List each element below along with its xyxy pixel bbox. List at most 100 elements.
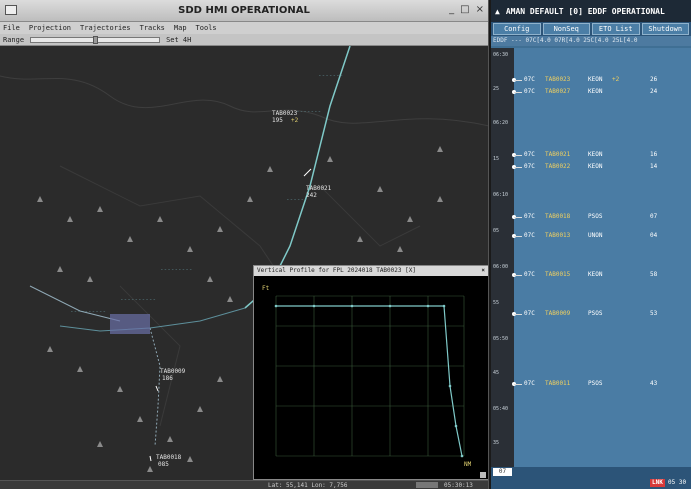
route-label: ---------- [120, 296, 157, 303]
aman-app-icon: ▲ [495, 6, 500, 16]
arrival-runway: 07C [524, 232, 535, 239]
arrival-eta: 14 [650, 163, 658, 170]
x-axis-unit: NM [464, 461, 472, 468]
arrival-runway: 07C [524, 76, 535, 83]
arrival-callsign[interactable]: TAB0009 [545, 310, 570, 317]
menu-file[interactable]: File [3, 24, 20, 32]
arrival-tick [514, 314, 522, 315]
hmi-window: SDD HMI OPERATIONAL _ □ × File Projectio… [0, 0, 489, 489]
arrival-row[interactable]: 07C TAB0011 PSOS 43 [512, 380, 691, 389]
aman-tabs: Config NonSeq ETO List Shutdown [491, 22, 691, 36]
arrival-row[interactable]: 07C TAB0022 KEON 14 [512, 163, 691, 172]
arrival-callsign[interactable]: TAB0015 [545, 271, 570, 278]
arrival-fix: KEON [588, 271, 603, 278]
arrival-row[interactable]: 07C TAB0018 PSOS 07 [512, 213, 691, 222]
tab-config[interactable]: Config [493, 23, 541, 35]
arrival-callsign[interactable]: TAB0027 [545, 88, 570, 95]
vertical-profile-close-button[interactable]: × [481, 266, 485, 276]
aircraft-label-level: 085 [158, 461, 169, 468]
hmi-menubar: File Projection Trajectories Tracks Map … [0, 22, 488, 34]
arrival-tick [514, 384, 522, 385]
arrival-eta: 43 [650, 380, 658, 387]
time-label: 06:20 [493, 120, 509, 126]
profile-point [350, 304, 354, 308]
range-slider-thumb[interactable] [93, 35, 99, 44]
time-label: 06:30 [493, 52, 509, 58]
range-slider[interactable] [30, 35, 161, 44]
hmi-clock: 05:30:13 [444, 482, 473, 489]
hmi-titlebar[interactable]: SDD HMI OPERATIONAL _ □ × [0, 0, 488, 22]
time-label: 35 [493, 440, 500, 446]
tab-shutdown[interactable]: Shutdown [641, 23, 689, 35]
time-label: 05 [493, 228, 500, 234]
arrival-row[interactable]: 07C TAB0023 KEON +2 26 [512, 76, 691, 85]
maximize-button[interactable]: □ [460, 4, 469, 15]
profile-point [448, 384, 452, 388]
arrival-eta: 24 [650, 88, 658, 95]
arrival-row[interactable]: 07C TAB0013 UNON 04 [512, 232, 691, 241]
arrival-fix: UNON [588, 232, 603, 239]
arrival-callsign[interactable]: TAB0021 [545, 151, 570, 158]
arrival-fix: KEON [588, 151, 603, 158]
arrival-callsign[interactable]: TAB0018 [545, 213, 570, 220]
arrival-callsign[interactable]: TAB0011 [545, 380, 570, 387]
arrival-runway: 07C [524, 163, 535, 170]
arrival-row[interactable]: 07C TAB0021 KEON 16 [512, 151, 691, 160]
time-label: 06:00 [493, 264, 509, 270]
time-scale: 06:30 25 06:20 15 06:10 05 06:00 55 05:5… [491, 48, 514, 467]
arrival-runway: 07C [524, 380, 535, 387]
aman-titlebar[interactable]: ▲ AMAN DEFAULT [0] EDDF OPERATIONAL [491, 0, 691, 22]
vertical-profile-window[interactable]: Vertical Profile for FPL 2024018 TAB0023… [253, 265, 488, 480]
aircraft-label-callsign[interactable]: TAB0009 [160, 368, 185, 375]
aircraft-label-callsign[interactable]: TAB0018 [156, 454, 181, 461]
arrival-tick [514, 217, 522, 218]
arrival-callsign[interactable]: TAB0022 [545, 163, 570, 170]
time-scale-input[interactable]: 07 [493, 468, 512, 476]
aircraft-label-level: 195 [272, 117, 283, 124]
arrival-fix: PSOS [588, 310, 603, 317]
time-label: 55 [493, 300, 500, 306]
menu-tracks[interactable]: Tracks [140, 24, 165, 32]
time-label: 25 [493, 86, 500, 92]
vertical-profile-titlebar[interactable]: Vertical Profile for FPL 2024018 TAB0023… [254, 266, 488, 276]
menu-tools[interactable]: Tools [196, 24, 217, 32]
profile-points [274, 304, 464, 458]
arrival-eta: 58 [650, 271, 658, 278]
arrival-row[interactable]: 07C TAB0027 KEON 24 [512, 88, 691, 97]
resize-grip [480, 472, 486, 478]
arrival-fix: PSOS [588, 213, 603, 220]
tab-nonseq[interactable]: NonSeq [542, 23, 590, 35]
arrival-tick [514, 275, 522, 276]
arrival-callsign[interactable]: TAB0013 [545, 232, 570, 239]
arrival-tick [514, 236, 522, 237]
profile-line [276, 305, 463, 457]
arrival-row[interactable]: 07C TAB0015 KEON 58 [512, 271, 691, 280]
menu-trajectories[interactable]: Trajectories [80, 24, 131, 32]
menu-projection[interactable]: Projection [29, 24, 71, 32]
arrival-runway: 07C [524, 151, 535, 158]
close-button[interactable]: × [476, 4, 484, 15]
arrival-tick [514, 155, 522, 156]
aircraft-label-callsign[interactable]: TAB0023 [272, 110, 297, 117]
vertical-profile-title: Vertical Profile for FPL 2024018 TAB0023… [257, 267, 416, 274]
time-label: 15 [493, 156, 500, 162]
arrival-runway: 07C [524, 310, 535, 317]
aircraft-label-callsign[interactable]: TAB0021 [306, 185, 331, 192]
aircraft-label-level: 186 [162, 375, 173, 382]
arrival-fix: KEON [588, 163, 603, 170]
profile-point [274, 304, 278, 308]
set-hours-label[interactable]: Set 4H [166, 36, 191, 44]
arrival-runway: 07C [524, 213, 535, 220]
route-label: ------- [296, 108, 322, 115]
profile-point [312, 304, 316, 308]
cursor-coordinates: Lat: 55,141 Lon: 7,756 [268, 482, 348, 489]
route-label: --------- [160, 266, 193, 273]
arrival-row[interactable]: 07C TAB0009 PSOS 53 [512, 310, 691, 319]
arrival-callsign[interactable]: TAB0023 [545, 76, 570, 83]
minimize-button[interactable]: _ [449, 4, 454, 15]
aircraft-label-level: 242 [306, 192, 317, 199]
aman-window: ▲ AMAN DEFAULT [0] EDDF OPERATIONAL Conf… [491, 0, 691, 489]
runway-config-header: EDDF --- 07C[4.0 07R[4.0 25C[4.0 25L[4.0 [491, 36, 691, 46]
tab-eto-list[interactable]: ETO List [592, 23, 640, 35]
menu-map[interactable]: Map [174, 24, 187, 32]
